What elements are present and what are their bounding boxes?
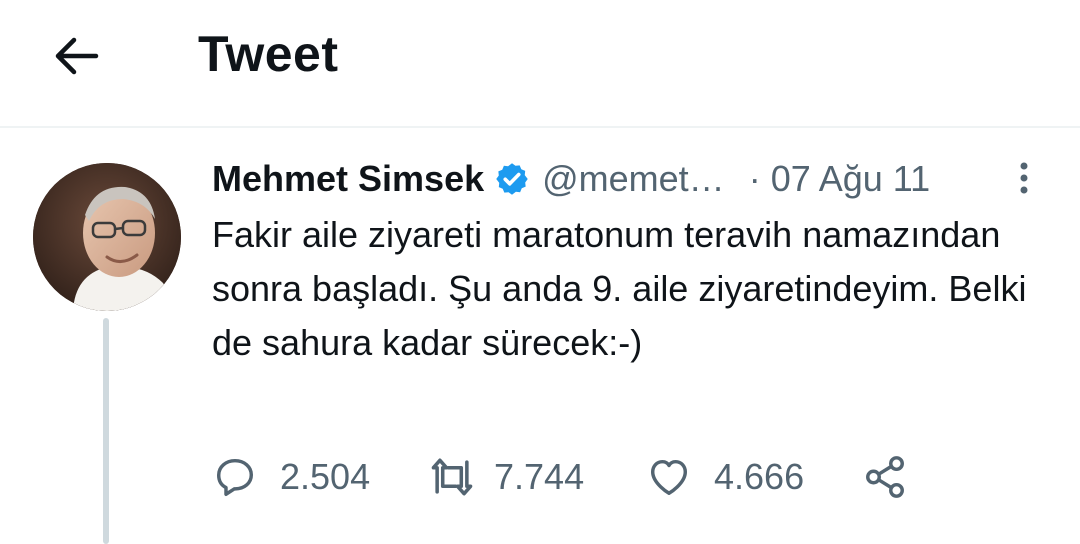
share-icon — [866, 456, 904, 498]
retweet-count: 7.744 — [494, 456, 585, 497]
like-count: 4.666 — [714, 456, 805, 497]
retweet-button[interactable]: 7.744 — [426, 450, 584, 504]
more-options-button[interactable] — [1006, 158, 1042, 198]
top-bar: Tweet — [0, 0, 1080, 128]
back-button[interactable] — [48, 28, 104, 84]
avatar[interactable] — [33, 163, 181, 311]
like-button[interactable]: 4.666 — [646, 450, 804, 504]
verified-badge-icon — [494, 161, 530, 197]
page-title: Tweet — [198, 26, 339, 82]
reply-icon — [216, 458, 254, 496]
retweet-icon — [431, 458, 473, 496]
tweet-header: Mehmet Simsek @memet… · 07 Ağu 11 — [212, 154, 1042, 204]
tweet-text: Fakir aile ziyareti maratonum teravih na… — [212, 214, 1027, 363]
meta-separator: · — [748, 158, 761, 199]
share-button[interactable] — [862, 450, 908, 504]
reply-button[interactable]: 2.504 — [212, 450, 370, 504]
tweet-actions: 2.504 7.744 4.666 — [212, 450, 972, 504]
thread-line — [103, 318, 109, 544]
reply-count: 2.504 — [280, 456, 371, 497]
tweet-date[interactable]: 07 Ağu 11 — [771, 154, 931, 204]
author-handle[interactable]: @memet… — [542, 154, 725, 204]
author-name[interactable]: Mehmet Simsek — [212, 154, 484, 204]
more-vertical-icon — [1020, 162, 1028, 194]
profile-photo — [33, 163, 181, 311]
arrow-left-icon — [55, 37, 99, 75]
heart-icon — [650, 459, 688, 496]
